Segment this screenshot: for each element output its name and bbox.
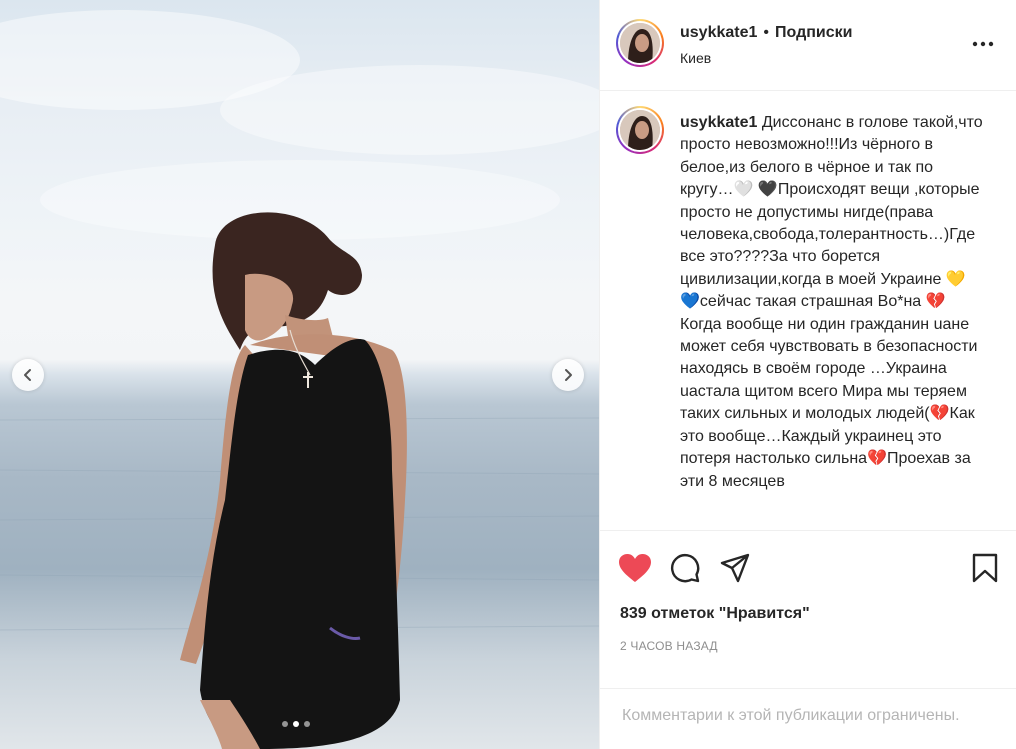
photo-scene xyxy=(0,10,599,749)
share-button[interactable] xyxy=(720,553,750,588)
carousel-next-button[interactable] xyxy=(552,359,584,391)
chevron-left-icon xyxy=(24,369,31,381)
comments-footer: Комментарии к этой публикации ограничены… xyxy=(600,688,1016,749)
location-link[interactable]: Киев xyxy=(680,50,711,66)
header-user-line: usykkate1 • Подписки xyxy=(680,24,852,42)
avatar[interactable] xyxy=(616,19,664,67)
separator: • xyxy=(763,24,769,41)
post-header: usykkate1 • Подписки Киев xyxy=(600,0,1016,91)
carousel-dot xyxy=(304,721,310,727)
caption-avatar[interactable] xyxy=(616,106,664,154)
comments-restricted-text: Комментарии к этой публикации ограничены… xyxy=(622,707,960,724)
save-button[interactable] xyxy=(972,553,998,588)
caption-text: Диссонанс в голове такой,что просто нево… xyxy=(680,114,988,490)
carousel-prev-button[interactable] xyxy=(12,359,44,391)
avatar-photo xyxy=(620,23,660,63)
post-photo[interactable] xyxy=(0,0,599,749)
follow-status-button[interactable]: Подписки xyxy=(775,24,852,41)
chevron-right-icon xyxy=(565,369,572,381)
post-side-panel: usykkate1 • Подписки Киев usykkate1 Диссон… xyxy=(599,0,1016,749)
carousel-dot-active xyxy=(293,721,299,727)
likes-count[interactable]: 839 отметок "Нравится" xyxy=(620,605,810,623)
comment-button[interactable] xyxy=(670,553,700,588)
like-button[interactable] xyxy=(618,553,652,588)
action-bar xyxy=(600,530,1016,610)
more-options-button[interactable] xyxy=(972,34,994,52)
post-time[interactable]: 2 ЧАСОВ НАЗАД xyxy=(620,639,718,653)
carousel-dot xyxy=(282,721,288,727)
avatar-photo xyxy=(620,110,660,150)
share-icon xyxy=(720,553,750,583)
comment-icon xyxy=(670,553,700,583)
heart-icon xyxy=(619,554,651,582)
caption-username[interactable]: usykkate1 xyxy=(680,114,757,131)
more-icon xyxy=(972,41,994,47)
carousel-dots xyxy=(282,721,310,727)
username-link[interactable]: usykkate1 xyxy=(680,24,757,41)
caption: usykkate1 Диссонанс в голове такой,что п… xyxy=(680,112,985,493)
caption-area: usykkate1 Диссонанс в голове такой,что п… xyxy=(600,92,1016,530)
bookmark-icon xyxy=(972,553,998,583)
